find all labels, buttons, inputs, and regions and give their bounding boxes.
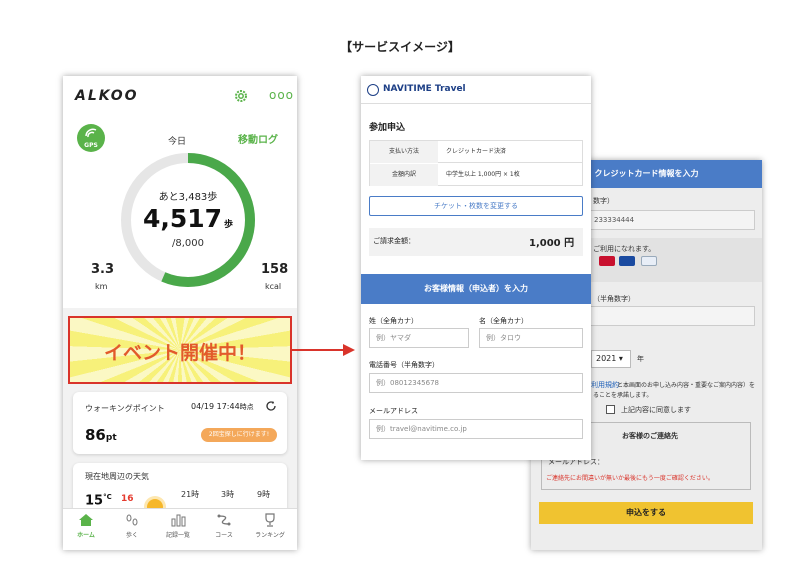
section-title: 参加申込 [369,123,406,133]
first-name-input[interactable]: 例）タロウ [479,328,583,348]
terms-link[interactable]: 利用規約 [591,380,619,390]
year-unit: 年 [637,355,644,363]
total-label: ご請求金額： [373,237,415,245]
chart-icon [171,514,186,527]
first-name-label: 名（全角カナ） [479,317,528,325]
temperature: 15°C [85,493,112,509]
alkoo-phone-screen: ALKOO ooo GPS 今日 移動ログ あと3,483歩 4,517 歩 /8… [63,76,297,550]
treasure-hunt-pill[interactable]: 2回宝探しに行けます! [201,428,277,442]
payment-method-value: クレジットカード決済 [446,148,507,155]
amount-value: 中学生以上 1,000円 × 1枚 [446,171,520,178]
calories-value: 158 [261,262,289,277]
trophy-icon [265,513,275,527]
step-summary: GPS 今日 移動ログ あと3,483歩 4,517 歩 /8,000 3.3 k… [63,116,297,308]
navitime-screen: NAVITIME Travel 参加申込 支払い方法 クレジットカード決済 金額… [361,76,591,460]
change-ticket-button[interactable]: チケット・枚数を変更する [369,196,583,216]
card-brand-icon [599,256,615,266]
tab-walk[interactable]: 歩く [109,513,155,539]
footprints-icon [126,514,138,526]
gear-icon[interactable] [233,88,249,104]
walking-point-date: 04/19 17:44時点 [191,402,254,411]
order-table: 支払い方法 クレジットカード決済 金額内訳 中学生以上 1,000円 × 1枚 [369,140,583,186]
event-banner-text: イベント開催中！ [103,342,256,364]
confirm-warning: ご連絡先にお間違いが無いか最後にもう一度ご確認ください。 [546,475,714,482]
route-icon [217,514,231,526]
card-brand-icon [619,256,635,266]
card-number-input[interactable]: 233334444 [589,210,755,230]
email-input[interactable]: 例）travel@navitime.co.jp [369,419,583,439]
gps-icon[interactable]: GPS [77,124,105,152]
payment-method-label: 支払い方法 [370,141,438,163]
temperature-high: 16 [121,494,134,504]
contact-title: お客様のご連絡先 [622,432,678,440]
customer-info-header: お客様情報（申込者）を入力 [361,274,591,304]
phone-input[interactable]: 例）08012345678 [369,373,583,393]
card-number-label: 数字） [593,197,614,205]
table-row: 金額内訳 中学生以上 1,000円 × 1枚 [370,164,582,186]
tab-course[interactable]: コース [201,513,247,539]
walking-point-card[interactable]: ウォーキングポイント 04/19 17:44時点 86pt 2回宝探しに行けます… [73,392,287,454]
hour-label: 3時 [221,490,235,499]
walking-point-label: ウォーキングポイント [85,404,165,413]
move-log-link[interactable]: 移動ログ [238,131,278,146]
navitime-brand: NAVITIME Travel [383,84,466,94]
navitime-logo-icon [367,84,379,96]
agree-label: 上記内容に同意します [621,406,691,414]
amount-label: 金額内訳 [370,164,438,186]
steps-remaining: あと3,483歩 [158,192,218,203]
more-icon[interactable]: ooo [269,88,294,102]
agree-checkbox[interactable] [606,405,615,414]
email-label: メールアドレス [369,407,418,415]
total-value: 1,000 円 [529,238,575,249]
tab-ranking[interactable]: ランキング [247,513,293,539]
expiry-year-select[interactable]: 2021 ▾ [591,350,631,368]
terms-text: と本画面のお申し込み内容・重要なご案内内容）を [617,382,756,389]
flow-arrow-head [343,344,355,356]
app-header: ALKOO ooo [63,76,297,116]
table-row: 支払い方法 クレジットカード決済 [370,141,582,163]
phone-label: 電話番号（半角数字） [369,361,439,369]
security-code-label: （半角数字） [593,295,635,303]
distance-value: 3.3 [91,262,115,277]
hour-label: 21時 [181,490,200,499]
steps-count: 4,517 歩 [142,204,234,233]
usable-text: ご利用になれます。 [593,245,656,253]
navitime-header: NAVITIME Travel [361,76,591,104]
home-icon [79,514,93,526]
flow-arrow [291,349,345,351]
event-banner[interactable]: イベント開催中！ [68,316,292,384]
weather-label: 現在地周辺の天気 [85,472,149,481]
distance-unit: km [95,282,108,291]
tab-home[interactable]: ホーム [63,513,109,539]
steps-goal: /8,000 [172,238,204,249]
last-name-input[interactable]: 例）ヤマダ [369,328,469,348]
today-label: 今日 [168,137,187,147]
bottom-tab-bar: ホーム 歩く 記録一覧 コース ランキング [63,508,297,550]
card-brand-icon [641,256,657,266]
refresh-icon[interactable] [265,400,277,412]
alkoo-logo: ALKOO [75,88,139,104]
calories-unit: kcal [265,282,282,291]
tab-records[interactable]: 記録一覧 [155,513,201,539]
terms-text: ることを承諾します。 [593,392,653,399]
last-name-label: 姓（全角カナ） [369,317,418,325]
page-title: 【サービスイメージ】 [340,40,460,54]
hour-label: 9時 [257,490,271,499]
security-code-input[interactable] [589,306,755,326]
points-value: 86pt [85,426,117,444]
apply-button[interactable]: 申込をする [539,502,753,524]
